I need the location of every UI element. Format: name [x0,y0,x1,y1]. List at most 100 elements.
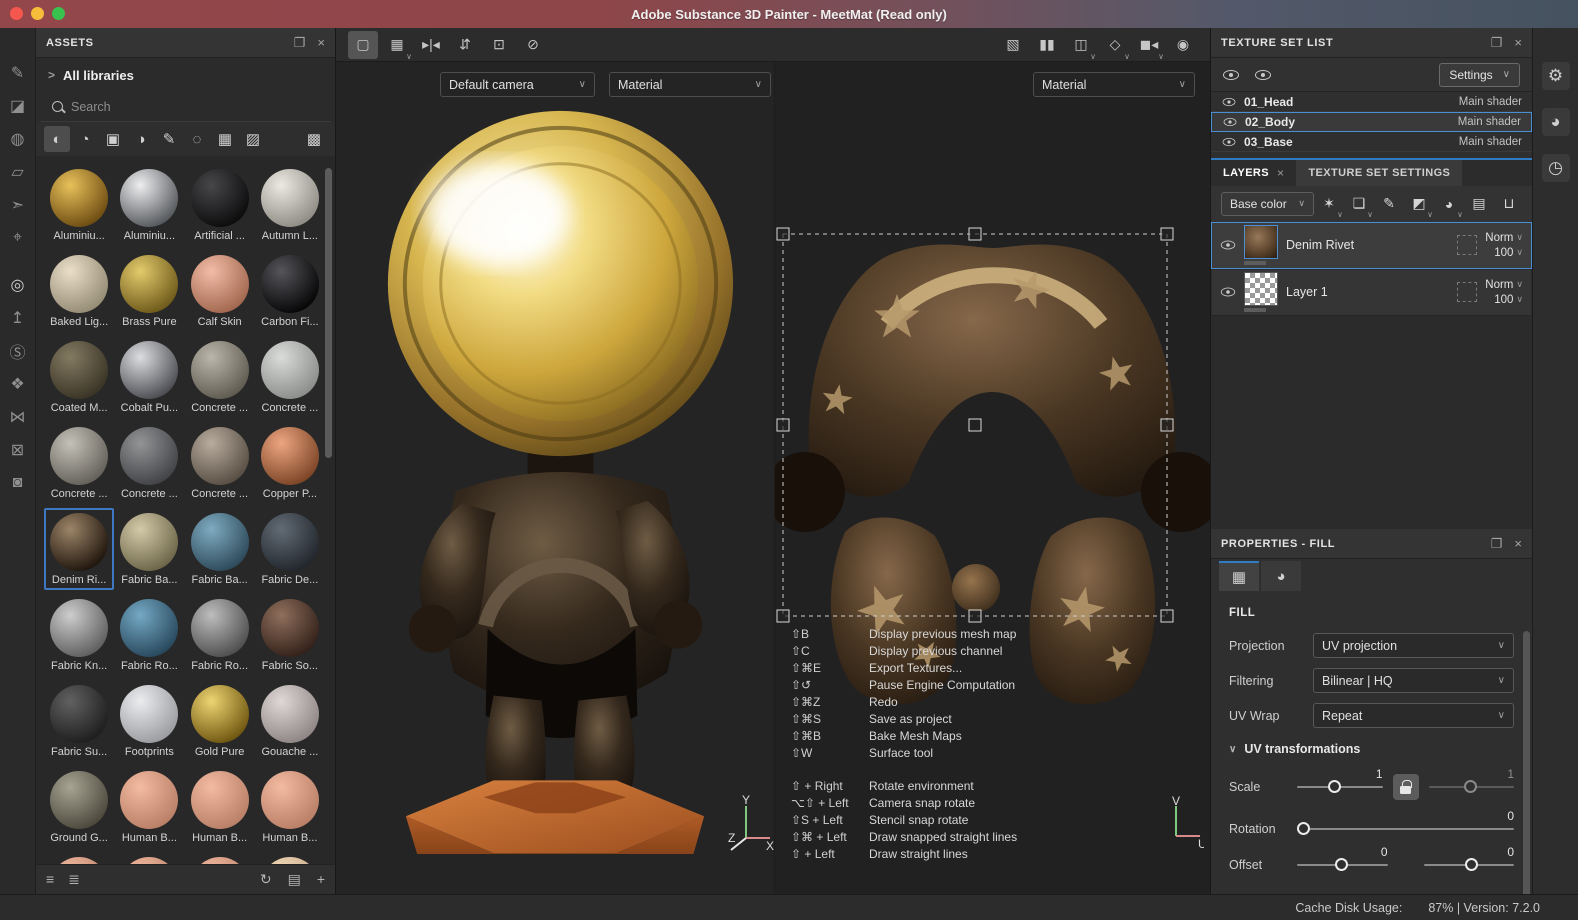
assets-footer-button[interactable]: + [317,871,325,888]
opacity-select[interactable]: 100 ∨ [1494,247,1523,259]
asset-item[interactable]: Denim Ri... [44,508,115,590]
texture-set-row[interactable]: 02_Body Main shader [1211,112,1532,132]
tab-texture-set-settings[interactable]: TEXTURE SET SETTINGS [1296,159,1463,186]
asset-item[interactable]: Footprints [114,680,184,762]
display-mode-select-2d[interactable]: Material ∨ [1033,72,1195,97]
viewport-tool-button[interactable]: ▸|◂∨ [416,31,446,59]
layer-visibility-eye-icon[interactable] [1220,240,1236,250]
close-window-button[interactable] [10,7,23,20]
material-properties-tab[interactable]: ◕ [1261,561,1301,591]
asset-item[interactable]: Concrete ... [44,422,114,504]
tool-button[interactable]: ◍ [3,124,33,154]
float-panel-icon[interactable]: ❐ [1491,536,1503,552]
asset-filter-button[interactable]: ◔ [72,126,98,152]
solo-visibility-icon[interactable] [1255,69,1271,80]
asset-item[interactable]: Fabric Ba... [114,508,184,590]
zoom-window-button[interactable] [52,7,65,20]
asset-item[interactable]: Carbon Fi... [255,250,325,332]
offset-x-slider[interactable]: 0 [1297,845,1388,871]
asset-item[interactable]: Concrete ... [185,336,255,418]
asset-item[interactable]: Concrete ... [185,422,255,504]
asset-item[interactable]: Aluminiu... [44,164,114,246]
layers-toolbar-button[interactable]: ⊔∨ [1496,192,1522,216]
layer-visibility-eye-icon[interactable] [1220,287,1236,297]
tool-button[interactable]: ❖ [3,369,33,399]
asset-filter-button[interactable]: ◐ [44,126,70,152]
tool-button[interactable]: ✎ [3,58,33,88]
float-panel-icon[interactable]: ❐ [294,35,306,51]
toggle-all-visibility-icon[interactable] [1223,69,1239,80]
layers-toolbar-button[interactable]: ❏ ∨ [1346,192,1373,219]
layers-toolbar-button[interactable]: ◕ ∨ [1436,192,1463,219]
channel-select[interactable]: Base color ∨ [1221,191,1314,216]
viewport-3d[interactable]: Default camera ∨ Material ∨ Y X Z [336,62,775,894]
asset-item[interactable]: Human B... [255,766,325,848]
assets-footer-button[interactable]: ↻ [260,871,272,888]
viewport-display-button[interactable]: ▮▮∨ [1032,31,1062,59]
uv-transformations-header[interactable]: ∨ UV transformations [1229,742,1514,756]
viewport-tool-button[interactable]: ▢∨ [348,30,378,59]
asset-item[interactable]: Coated M... [44,336,114,418]
close-tab-icon[interactable]: × [1277,166,1284,180]
asset-item[interactable]: Brass Pure [114,250,184,332]
asset-item[interactable]: Human B... [185,766,255,848]
asset-item[interactable]: Baked Lig... [44,250,114,332]
asset-item[interactable]: Fabric Kn... [44,594,114,676]
viewport-display-button[interactable]: ◫ ∨ [1066,31,1096,61]
assets-footer-button[interactable]: ≣ [68,871,80,888]
rotation-slider[interactable]: 0 [1297,809,1514,835]
layers-toolbar-button[interactable]: ✶ ∨ [1316,192,1343,219]
asset-item[interactable]: Gold Pure [185,680,255,762]
tool-button[interactable]: ◪ [3,91,33,121]
tab-layers[interactable]: LAYERS × [1211,159,1297,186]
assets-footer-button[interactable]: ≡ [46,871,54,888]
slider-knob[interactable] [1335,858,1348,871]
blend-mode-select[interactable]: Norm ∨ [1485,279,1523,291]
asset-item[interactable]: Fabric Ro... [185,594,255,676]
camera-select[interactable]: Default camera ∨ [440,72,595,97]
viewport-tool-button[interactable]: ▦ ∨ [382,31,412,61]
layers-toolbar-button[interactable]: ◩ ∨ [1406,192,1433,219]
slider-knob[interactable] [1464,780,1478,793]
asset-item[interactable]: Concrete ... [255,336,325,418]
panel-toggle-button[interactable]: ◷ [1541,154,1570,182]
viewport-2d[interactable]: Material ∨ ⇧B Display previous mesh map … [775,62,1210,894]
tool-button[interactable]: ⋈ [3,402,33,432]
offset-y-slider[interactable]: 0 [1423,845,1514,871]
asset-item[interactable]: Gouache ... [255,680,325,762]
texture-set-row[interactable]: 01_Head Main shader [1211,92,1532,112]
asset-item[interactable]: Fabric Su... [44,680,114,762]
display-mode-select-3d[interactable]: Material ∨ [609,72,771,97]
asset-item[interactable]: Aluminiu... [114,164,184,246]
asset-item[interactable]: Human F... [185,852,255,864]
property-select[interactable]: Bilinear | HQ ∨ [1313,668,1514,693]
panel-toggle-button[interactable]: ⚙ [1541,62,1570,90]
visibility-eye-icon[interactable] [1222,98,1236,106]
viewport-display-button[interactable]: ◇ ∨ [1100,31,1130,61]
asset-item[interactable]: Human Fe... [255,852,325,864]
scale-link-lock-button[interactable] [1392,774,1419,800]
viewport-display-button[interactable]: ◼◂ ∨ [1134,31,1164,61]
viewport-display-button[interactable]: ◉∨ [1168,31,1198,59]
asset-item[interactable]: Calf Skin [185,250,255,332]
asset-item[interactable]: Human E... [114,852,184,864]
asset-item[interactable]: Cobalt Pu... [114,336,184,418]
scale-x-slider[interactable]: 1 [1297,767,1383,793]
visibility-eye-icon[interactable] [1223,118,1237,126]
tool-button[interactable]: Ⓢ [3,336,33,366]
slider-knob[interactable] [1297,822,1310,835]
assets-scrollbar[interactable] [325,168,332,458]
close-panel-icon[interactable]: × [1514,536,1522,551]
asset-filter-button[interactable]: ◌ [184,126,210,152]
viewport-tool-button[interactable]: ⊡∨ [484,31,514,59]
close-panel-icon[interactable]: × [1514,35,1522,50]
texture-set-settings-select[interactable]: Settings ∨ [1439,62,1520,87]
asset-filter-button[interactable]: ▦ [212,126,238,152]
minimize-window-button[interactable] [31,7,44,20]
layer-mask-slot[interactable] [1457,282,1478,303]
tool-button[interactable]: ◙ [3,468,33,498]
asset-item[interactable]: Ground G... [44,766,114,848]
fill-properties-tab[interactable]: ▦ [1219,561,1259,591]
texture-set-row[interactable]: 03_Base Main shader [1211,132,1532,152]
visibility-eye-icon[interactable] [1222,138,1236,146]
